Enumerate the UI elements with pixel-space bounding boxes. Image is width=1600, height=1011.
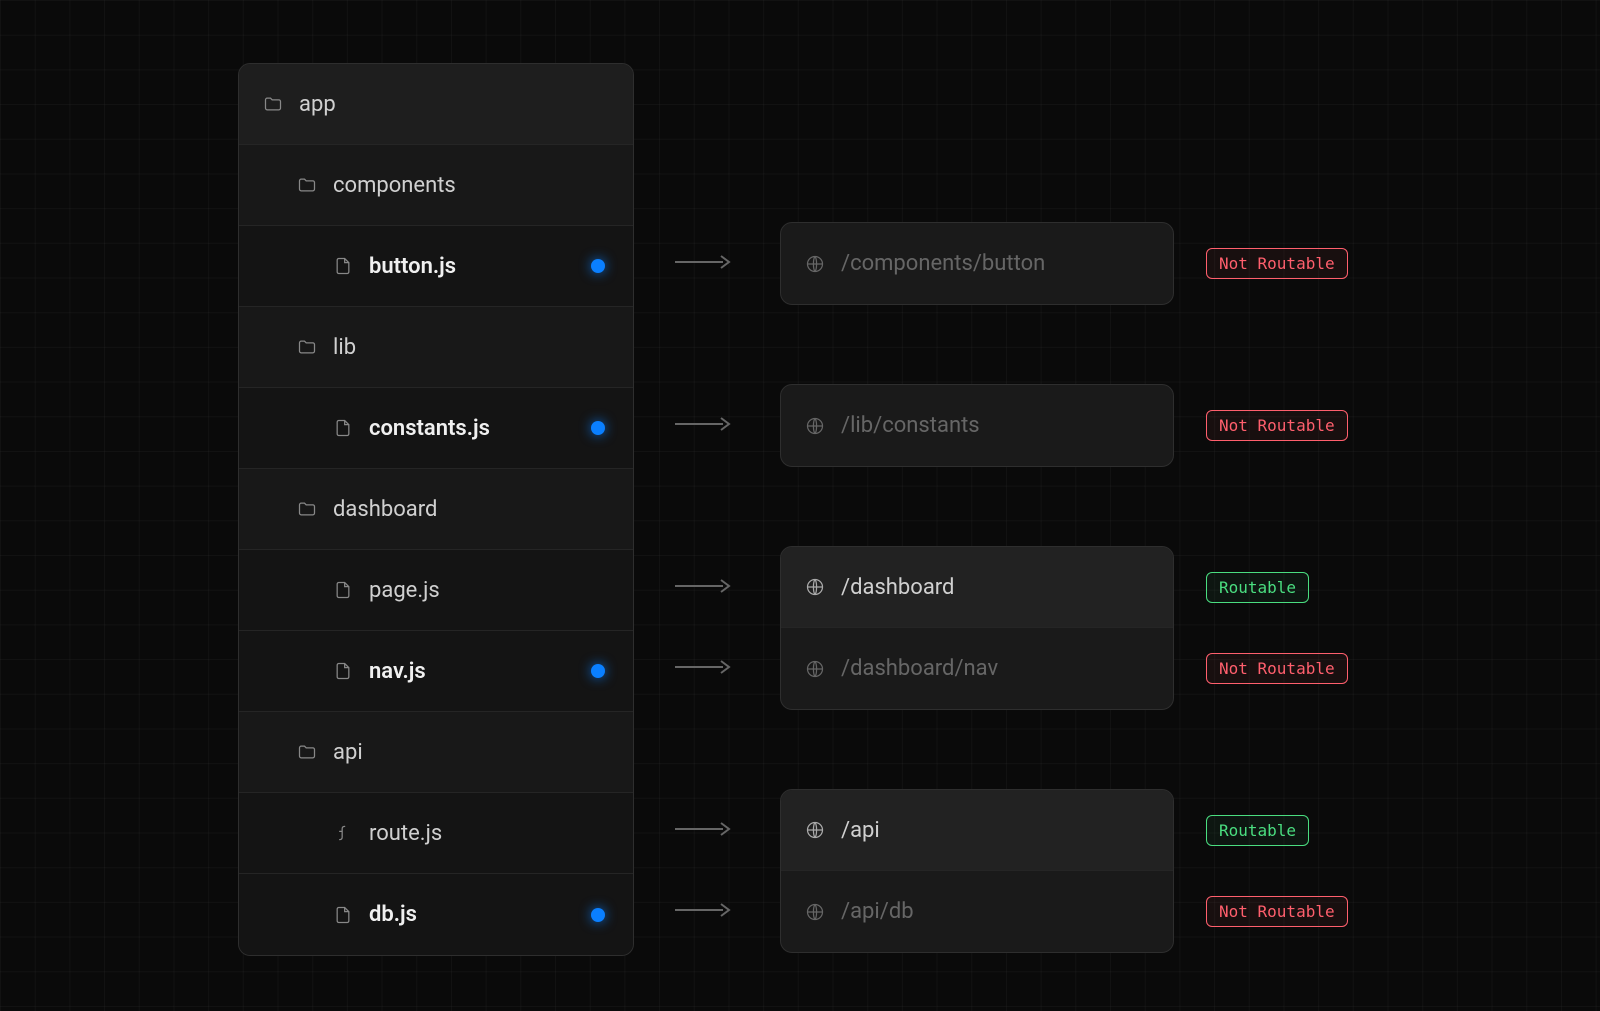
file-label: route.js — [369, 821, 442, 846]
folder-icon — [263, 94, 283, 114]
diagram-canvas: app components button.js lib constants.j… — [0, 0, 1600, 1011]
folder-label: components — [333, 173, 456, 198]
tree-file-constants: constants.js — [239, 388, 633, 469]
route-box: /lib/constants — [780, 384, 1174, 467]
function-icon — [333, 823, 353, 843]
tree-root-label: app — [299, 92, 336, 117]
file-icon — [333, 418, 353, 438]
arrow-icon — [672, 576, 734, 596]
route-row: /dashboard — [781, 547, 1173, 628]
folder-icon — [297, 175, 317, 195]
route-path: /lib/constants — [841, 413, 980, 438]
arrow-icon — [672, 414, 734, 434]
file-icon — [333, 661, 353, 681]
arrow-icon — [672, 657, 734, 677]
tree-file-page: page.js — [239, 550, 633, 631]
tree-folder-lib: lib — [239, 307, 633, 388]
file-label: nav.js — [369, 659, 426, 684]
colocated-dot — [591, 421, 605, 435]
folder-label: lib — [333, 335, 356, 360]
folder-icon — [297, 742, 317, 762]
file-label: button.js — [369, 254, 456, 279]
route-row: /api — [781, 790, 1173, 871]
colocated-dot — [591, 259, 605, 273]
route-path: /api — [841, 818, 880, 843]
colocated-dot — [591, 908, 605, 922]
route-row: /lib/constants — [781, 385, 1173, 466]
colocated-dot — [591, 664, 605, 678]
globe-icon — [805, 902, 825, 922]
file-icon — [333, 256, 353, 276]
globe-icon — [805, 254, 825, 274]
route-path: /dashboard/nav — [841, 656, 998, 681]
arrow-icon — [672, 819, 734, 839]
globe-icon — [805, 659, 825, 679]
arrow-icon — [672, 252, 734, 272]
file-icon — [333, 905, 353, 925]
file-tree: app components button.js lib constants.j… — [238, 63, 634, 956]
tree-folder-api: api — [239, 712, 633, 793]
folder-icon — [297, 499, 317, 519]
folder-icon — [297, 337, 317, 357]
badge-routable: Routable — [1206, 572, 1309, 603]
route-path: /dashboard — [841, 575, 954, 600]
route-row: /dashboard/nav — [781, 628, 1173, 709]
folder-label: dashboard — [333, 497, 437, 522]
arrow-icon — [672, 900, 734, 920]
route-box: /api /api/db — [780, 789, 1174, 953]
folder-label: api — [333, 740, 363, 765]
tree-file-nav: nav.js — [239, 631, 633, 712]
route-box: /components/button — [780, 222, 1174, 305]
badge-routable: Routable — [1206, 815, 1309, 846]
tree-file-button: button.js — [239, 226, 633, 307]
tree-file-db: db.js — [239, 874, 633, 955]
badge-not-routable: Not Routable — [1206, 248, 1348, 279]
badge-not-routable: Not Routable — [1206, 410, 1348, 441]
route-box: /dashboard /dashboard/nav — [780, 546, 1174, 710]
route-row: /components/button — [781, 223, 1173, 304]
tree-folder-components: components — [239, 145, 633, 226]
globe-icon — [805, 820, 825, 840]
tree-file-route: route.js — [239, 793, 633, 874]
file-label: constants.js — [369, 416, 490, 441]
badge-not-routable: Not Routable — [1206, 653, 1348, 684]
tree-folder-dashboard: dashboard — [239, 469, 633, 550]
route-path: /components/button — [841, 251, 1045, 276]
file-icon — [333, 580, 353, 600]
route-path: /api/db — [841, 899, 914, 924]
globe-icon — [805, 577, 825, 597]
file-label: db.js — [369, 902, 417, 927]
badge-not-routable: Not Routable — [1206, 896, 1348, 927]
route-row: /api/db — [781, 871, 1173, 952]
tree-root: app — [239, 64, 633, 145]
globe-icon — [805, 416, 825, 436]
file-label: page.js — [369, 578, 440, 603]
